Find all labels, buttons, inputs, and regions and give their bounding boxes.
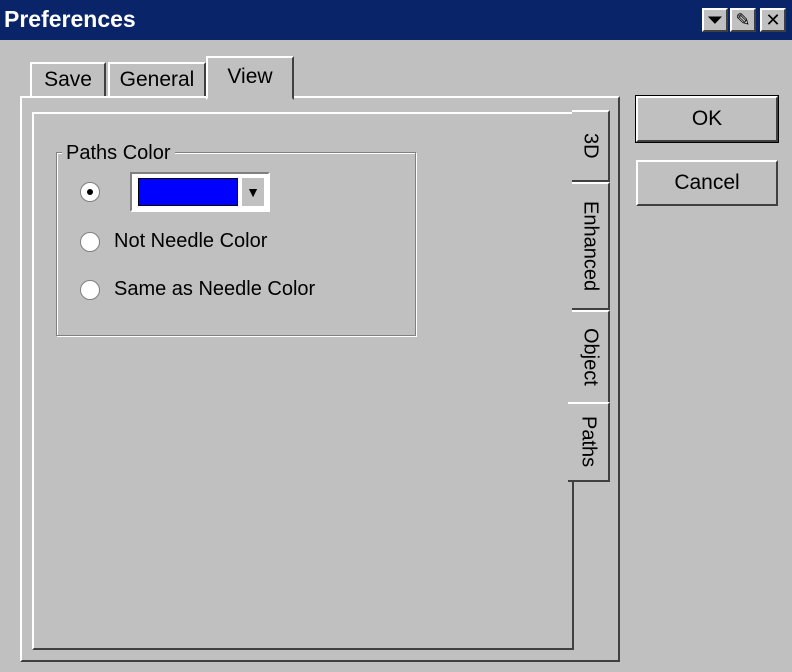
same-as-needle-color-label[interactable]: Same as Needle Color bbox=[114, 278, 315, 301]
side-tab-paths-label: Paths bbox=[577, 416, 600, 468]
cancel-button-label: Cancel bbox=[674, 171, 740, 194]
close-button[interactable]: ✕ bbox=[760, 8, 786, 32]
help-icon: ✎ bbox=[735, 10, 751, 30]
minimize-icon: ⏷ bbox=[707, 10, 723, 30]
side-tab-object-label: Object bbox=[579, 328, 602, 386]
tab-save[interactable]: Save bbox=[30, 62, 106, 98]
radio-selected-dot bbox=[87, 189, 93, 195]
preferences-window: Preferences ⏷ ✎ ✕ Save General View 3D E… bbox=[0, 0, 792, 672]
side-tab-3d[interactable]: 3D bbox=[572, 110, 610, 182]
radio-same-as-needle-color[interactable] bbox=[80, 280, 100, 300]
color-swatch bbox=[138, 178, 238, 206]
not-needle-color-label[interactable]: Not Needle Color bbox=[114, 230, 267, 253]
tab-view[interactable]: View bbox=[206, 56, 294, 100]
window-title: Preferences bbox=[4, 6, 136, 32]
radio-custom-color[interactable] bbox=[80, 182, 100, 202]
side-tab-enhanced[interactable]: Enhanced bbox=[572, 182, 610, 310]
radio-not-needle-color[interactable] bbox=[80, 232, 100, 252]
ok-button-label: OK bbox=[691, 107, 723, 130]
title-bar[interactable]: Preferences ⏷ ✎ ✕ bbox=[0, 0, 792, 40]
close-icon: ✕ bbox=[765, 10, 781, 30]
minimize-button[interactable]: ⏷ bbox=[702, 8, 728, 32]
help-button[interactable]: ✎ bbox=[730, 8, 756, 32]
dropdown-arrow-icon[interactable]: ▼ bbox=[242, 178, 264, 206]
color-dropdown[interactable]: ▼ bbox=[130, 172, 270, 212]
side-tab-object[interactable]: Object bbox=[572, 310, 610, 404]
tab-save-label: Save bbox=[44, 68, 92, 91]
tab-general-label: General bbox=[119, 68, 195, 91]
tab-general[interactable]: General bbox=[108, 62, 206, 98]
ok-button[interactable]: OK bbox=[635, 95, 779, 143]
paths-color-label: Paths Color bbox=[62, 142, 175, 165]
tab-view-label: View bbox=[227, 65, 273, 88]
side-tab-enhanced-label: Enhanced bbox=[579, 200, 602, 292]
side-tab-3d-label: 3D bbox=[579, 133, 602, 159]
side-tab-paths[interactable]: Paths bbox=[568, 402, 610, 482]
cancel-button[interactable]: Cancel bbox=[636, 160, 778, 206]
